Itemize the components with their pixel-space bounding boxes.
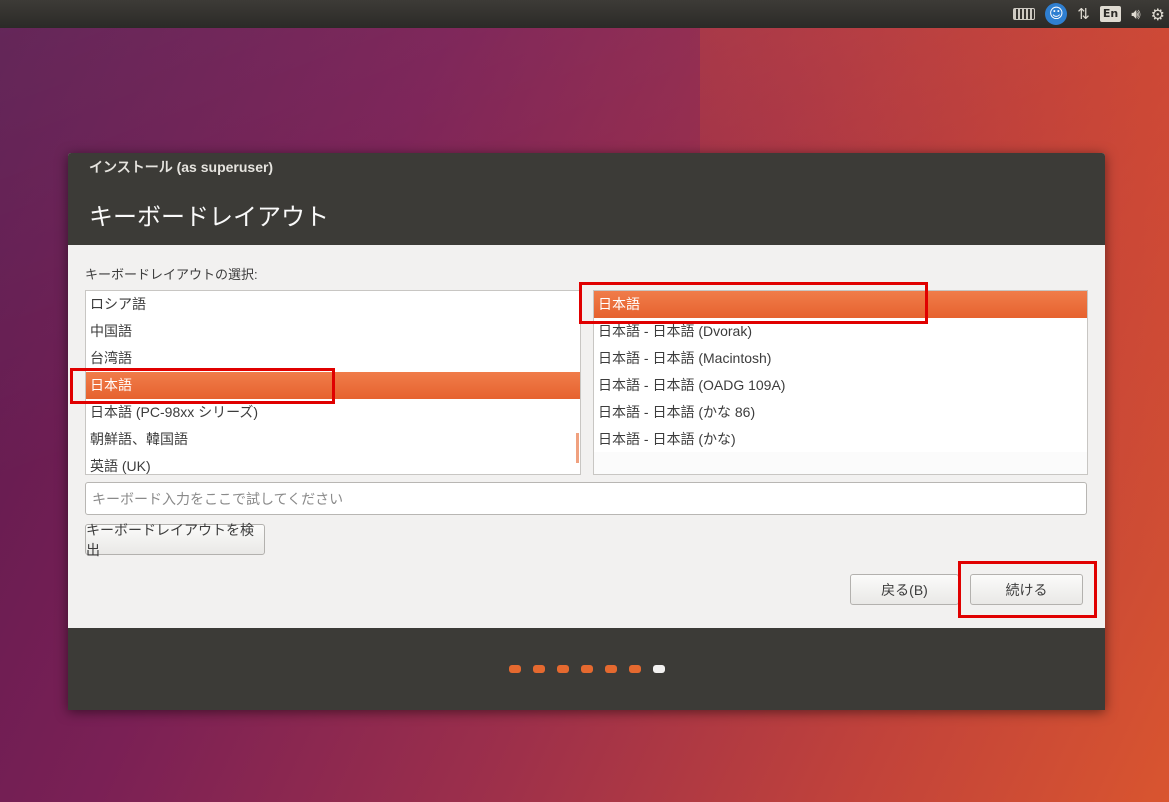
language-list-item[interactable]: 台湾語 [86,345,580,372]
network-icon[interactable]: ⇅ [1077,3,1090,25]
variant-list-item[interactable]: 日本語 - 日本語 (Dvorak) [594,318,1087,345]
progress-dot [580,665,593,673]
progress-dot [508,665,521,673]
system-tray: ☺ ⇅ En 🔊︎ ⚙ [1013,0,1165,28]
progress-dot [652,665,665,673]
volume-icon[interactable]: 🔊︎ [1131,3,1140,25]
language-list: ロシア語 中国語 台湾語 日本語 日本語 (PC-98xx シリーズ) 朝鮮語、韓国語 英語… [85,290,581,475]
installer-window: インストール (as superuser) キーボードレイアウト キーボードレイ… [68,153,1105,710]
language-list-item[interactable]: 日本語 (PC-98xx シリーズ) [86,399,580,426]
back-button[interactable]: 戻る(B) [850,574,959,605]
continue-button[interactable]: 続ける [970,574,1083,605]
progress-dot [556,665,569,673]
progress-bar [68,628,1105,710]
variant-list-empty-area [594,452,1087,474]
variant-list-item[interactable]: 日本語 [594,291,1087,318]
progress-dots [68,665,1105,673]
language-list-item[interactable]: 日本語 [86,372,580,399]
keyboard-icon[interactable] [1013,3,1036,25]
variant-list-item[interactable]: 日本語 - 日本語 (OADG 109A) [594,372,1087,399]
window-title: インストール (as superuser) [89,159,274,175]
language-list-item[interactable]: 朝鮮語、韓国語 [86,426,580,453]
variant-list-item[interactable]: 日本語 - 日本語 (Macintosh) [594,345,1087,372]
progress-dot [532,665,545,673]
page-title: キーボードレイアウト [89,204,329,231]
variant-list-item[interactable]: 日本語 - 日本語 (かな) [594,426,1087,453]
detect-layout-button[interactable]: キーボードレイアウトを検出 [85,522,265,558]
window-titlebar[interactable]: インストール (as superuser) キーボードレイアウト [68,153,1105,245]
progress-dot [604,665,617,673]
power-icon[interactable]: ⚙ [1151,3,1165,25]
language-list-scrollbar[interactable] [576,433,579,463]
language-list-item[interactable]: 中国語 [86,318,580,345]
layout-select-label: キーボードレイアウトの選択: [85,267,258,282]
language-indicator[interactable]: En [1099,6,1122,22]
language-list-item[interactable]: ロシア語 [86,291,580,318]
variant-list-item[interactable]: 日本語 - 日本語 (かな 86) [594,399,1087,426]
keyboard-test-input[interactable] [85,482,1087,515]
top-panel: ☺ ⇅ En 🔊︎ ⚙ [0,0,1169,28]
language-list-item[interactable]: 英語 (UK) [86,453,580,474]
accessibility-icon[interactable]: ☺ [1045,3,1068,25]
variant-list: 日本語 日本語 - 日本語 (Dvorak) 日本語 - 日本語 (Macintos… [593,290,1088,475]
progress-dot [628,665,641,673]
